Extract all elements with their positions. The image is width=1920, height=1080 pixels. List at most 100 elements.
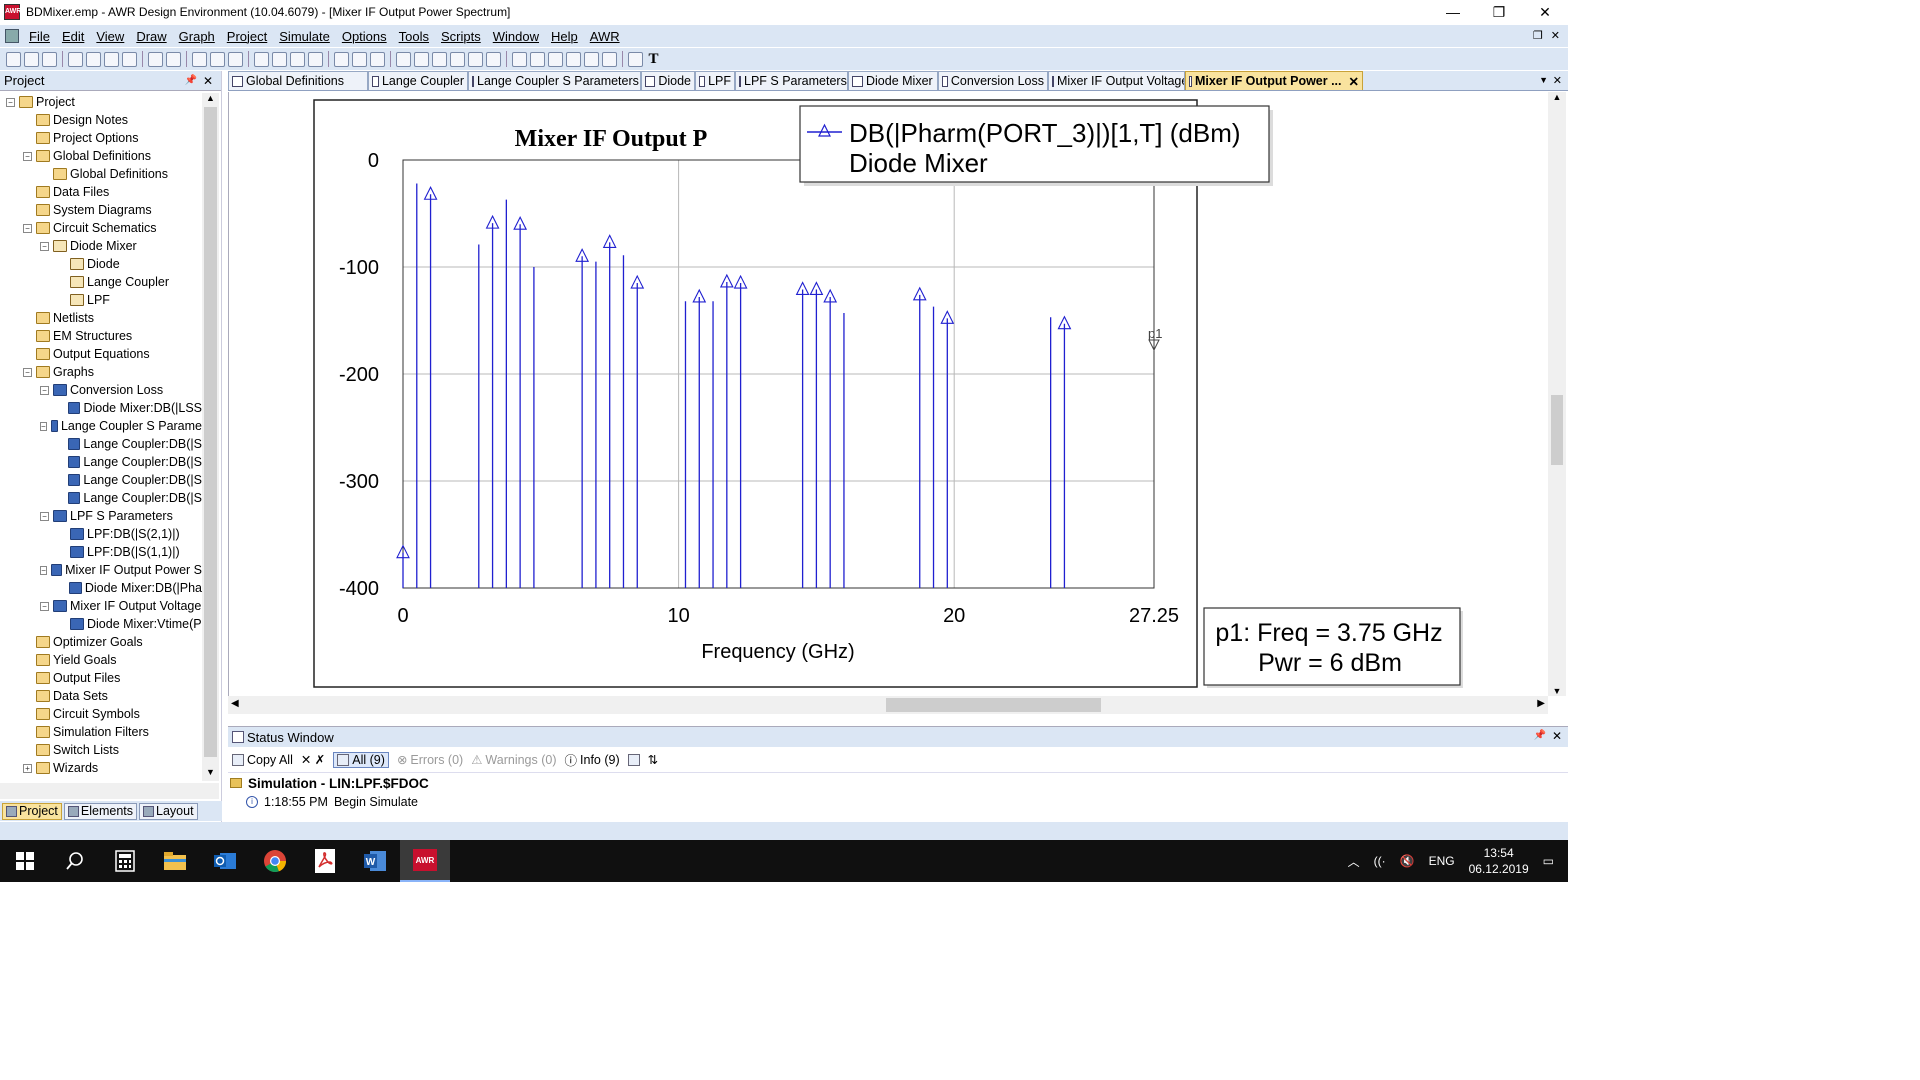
collapse-icon[interactable]: − xyxy=(40,511,49,521)
status-row[interactable]: i 1:18:55 PM Begin Simulate xyxy=(230,793,1568,811)
tree-item[interactable]: Lange Coupler:DB(|S xyxy=(0,471,202,489)
tree-item[interactable]: − Project xyxy=(0,93,202,111)
doc-tab[interactable]: Diode Mixer xyxy=(848,71,938,90)
sort-button[interactable]: ⇅ xyxy=(648,752,658,767)
file-explorer-icon[interactable] xyxy=(150,840,200,882)
expand-icon[interactable]: + xyxy=(23,763,32,773)
menu-tools[interactable]: Tools xyxy=(393,29,435,44)
layout-icon[interactable] xyxy=(450,51,465,67)
tree-item[interactable]: EM Structures xyxy=(0,327,202,345)
tree-item[interactable]: Diode Mixer:Vtime(P xyxy=(0,615,202,633)
tab-close-icon[interactable]: ✕ xyxy=(1349,74,1359,89)
collapse-icon[interactable]: − xyxy=(23,223,32,233)
new-graph-icon[interactable] xyxy=(272,51,287,67)
doc-tab[interactable]: LPF S Parameters xyxy=(735,71,848,90)
tab-elements[interactable]: Elements xyxy=(63,802,138,820)
tree-item[interactable]: Output Equations xyxy=(0,345,202,363)
doc-tab[interactable]: Conversion Loss xyxy=(938,71,1048,90)
notifications-icon[interactable]: ▭ xyxy=(1543,854,1554,868)
tree-item[interactable]: + Wizards xyxy=(0,759,202,777)
menu-scripts[interactable]: Scripts xyxy=(435,29,487,44)
tabs-dropdown-icon[interactable]: ▼ xyxy=(1539,75,1548,85)
pdf-icon[interactable] xyxy=(300,840,350,882)
line-marker-icon[interactable] xyxy=(548,51,563,67)
print-icon[interactable] xyxy=(486,51,501,67)
analyze-icon[interactable] xyxy=(334,51,349,67)
wifi-icon[interactable]: ((· xyxy=(1374,854,1386,868)
menu-graph[interactable]: Graph xyxy=(173,29,221,44)
tree-item[interactable]: Simulation Filters xyxy=(0,723,202,741)
mdi-document-icon[interactable] xyxy=(5,29,19,43)
collapse-icon[interactable]: − xyxy=(40,565,48,575)
marker-readout-box[interactable]: p1: Freq = 3.75 GHz Pwr = 6 dBm xyxy=(1203,607,1463,688)
scroll-right-icon[interactable]: ▶ xyxy=(1537,698,1545,709)
tree-item[interactable]: LPF:DB(|S(2,1)|) xyxy=(0,525,202,543)
tree-item[interactable]: Yield Goals xyxy=(0,651,202,669)
graph-vscrollbar[interactable]: ▲ ▼ xyxy=(1548,92,1566,696)
doc-tab[interactable]: Lange Coupler S Parameters xyxy=(468,71,641,90)
scroll-left-icon[interactable]: ◀ xyxy=(231,698,239,709)
cut-icon[interactable] xyxy=(68,51,83,67)
tree-item[interactable]: Global Definitions xyxy=(0,165,202,183)
axis-icon[interactable] xyxy=(512,51,527,67)
doc-tab[interactable]: Lange Coupler xyxy=(368,71,468,90)
menu-view[interactable]: View xyxy=(90,29,130,44)
add-marker-icon[interactable] xyxy=(414,51,429,67)
clock[interactable]: 13:54 06.12.2019 xyxy=(1469,845,1529,877)
status-close-icon[interactable]: ✕ xyxy=(1552,729,1562,743)
delta-marker-icon[interactable] xyxy=(602,51,617,67)
open-icon[interactable] xyxy=(24,51,39,67)
filter-warnings-button[interactable]: ⚠ Warnings (0) xyxy=(471,752,556,768)
new-system-icon[interactable] xyxy=(290,51,305,67)
power-spectrum-chart[interactable]: Mixer IF Output P 0 10 20 27.25 0 -100 -200 -30… xyxy=(229,92,1549,696)
collapse-icon[interactable]: − xyxy=(23,367,32,377)
tree-item[interactable]: Lange Coupler:DB(|S xyxy=(0,435,202,453)
scroll-down-icon[interactable]: ▼ xyxy=(202,767,219,781)
tab-project[interactable]: Project xyxy=(2,802,62,820)
tree-item[interactable]: − Graphs xyxy=(0,363,202,381)
undo-icon[interactable] xyxy=(148,51,163,67)
tree-item[interactable]: Project Options xyxy=(0,129,202,147)
tree-item[interactable]: Lange Coupler:DB(|S xyxy=(0,489,202,507)
search-icon[interactable] xyxy=(50,840,100,882)
tree-item[interactable]: − Diode Mixer xyxy=(0,237,202,255)
mdi-close-icon[interactable]: ✕ xyxy=(1551,25,1560,47)
tree-item[interactable]: Lange Coupler xyxy=(0,273,202,291)
tray-chevron-icon[interactable]: ︿ xyxy=(1348,853,1360,870)
menu-awr[interactable]: AWR xyxy=(584,29,626,44)
max-marker-icon[interactable] xyxy=(566,51,581,67)
zoom-fit-icon[interactable] xyxy=(228,51,243,67)
graph-hscrollbar[interactable]: ◀ ▶ xyxy=(228,696,1548,714)
zoom-out-icon[interactable] xyxy=(210,51,225,67)
collapse-icon[interactable]: − xyxy=(40,601,49,611)
tree-item[interactable]: Lange Coupler:DB(|S xyxy=(0,453,202,471)
restore-button[interactable]: ❐ xyxy=(1476,0,1522,24)
new-em-icon[interactable] xyxy=(308,51,323,67)
graph-window[interactable]: Mixer IF Output P 0 10 20 27.25 0 -100 -200 -30… xyxy=(228,92,1548,696)
menu-simulate[interactable]: Simulate xyxy=(273,29,336,44)
marker-search-icon[interactable] xyxy=(530,51,545,67)
tree-item[interactable]: − Conversion Loss xyxy=(0,381,202,399)
optimize-icon[interactable] xyxy=(370,51,385,67)
tree-item[interactable]: − Mixer IF Output Voltage xyxy=(0,597,202,615)
doc-tab[interactable]: Mixer IF Output Voltage xyxy=(1048,71,1185,90)
tree-item[interactable]: Optimizer Goals xyxy=(0,633,202,651)
tree-item[interactable]: Design Notes xyxy=(0,111,202,129)
clear-button[interactable]: ✕ ✗ xyxy=(301,752,325,767)
save-icon[interactable] xyxy=(42,51,57,67)
menu-project[interactable]: Project xyxy=(221,29,273,44)
delete-icon[interactable] xyxy=(122,51,137,67)
add-measurement-icon[interactable] xyxy=(396,51,411,67)
tree-item[interactable]: − Circuit Schematics xyxy=(0,219,202,237)
doc-tab[interactable]: Mixer IF Output Power ... ✕ xyxy=(1185,71,1363,90)
tree-item[interactable]: Diode Mixer:DB(|LSS xyxy=(0,399,202,417)
language-indicator[interactable]: ENG xyxy=(1429,854,1455,868)
collapse-button[interactable] xyxy=(627,753,640,766)
tabs-close-icon[interactable]: ✕ xyxy=(1553,74,1562,87)
zoom-in-icon[interactable] xyxy=(192,51,207,67)
project-tree-hscrollbar[interactable] xyxy=(0,783,219,799)
collapse-icon[interactable]: − xyxy=(23,151,32,161)
calculator-icon[interactable] xyxy=(100,840,150,882)
collapse-icon[interactable]: − xyxy=(40,421,47,431)
word-icon[interactable]: W xyxy=(350,840,400,882)
